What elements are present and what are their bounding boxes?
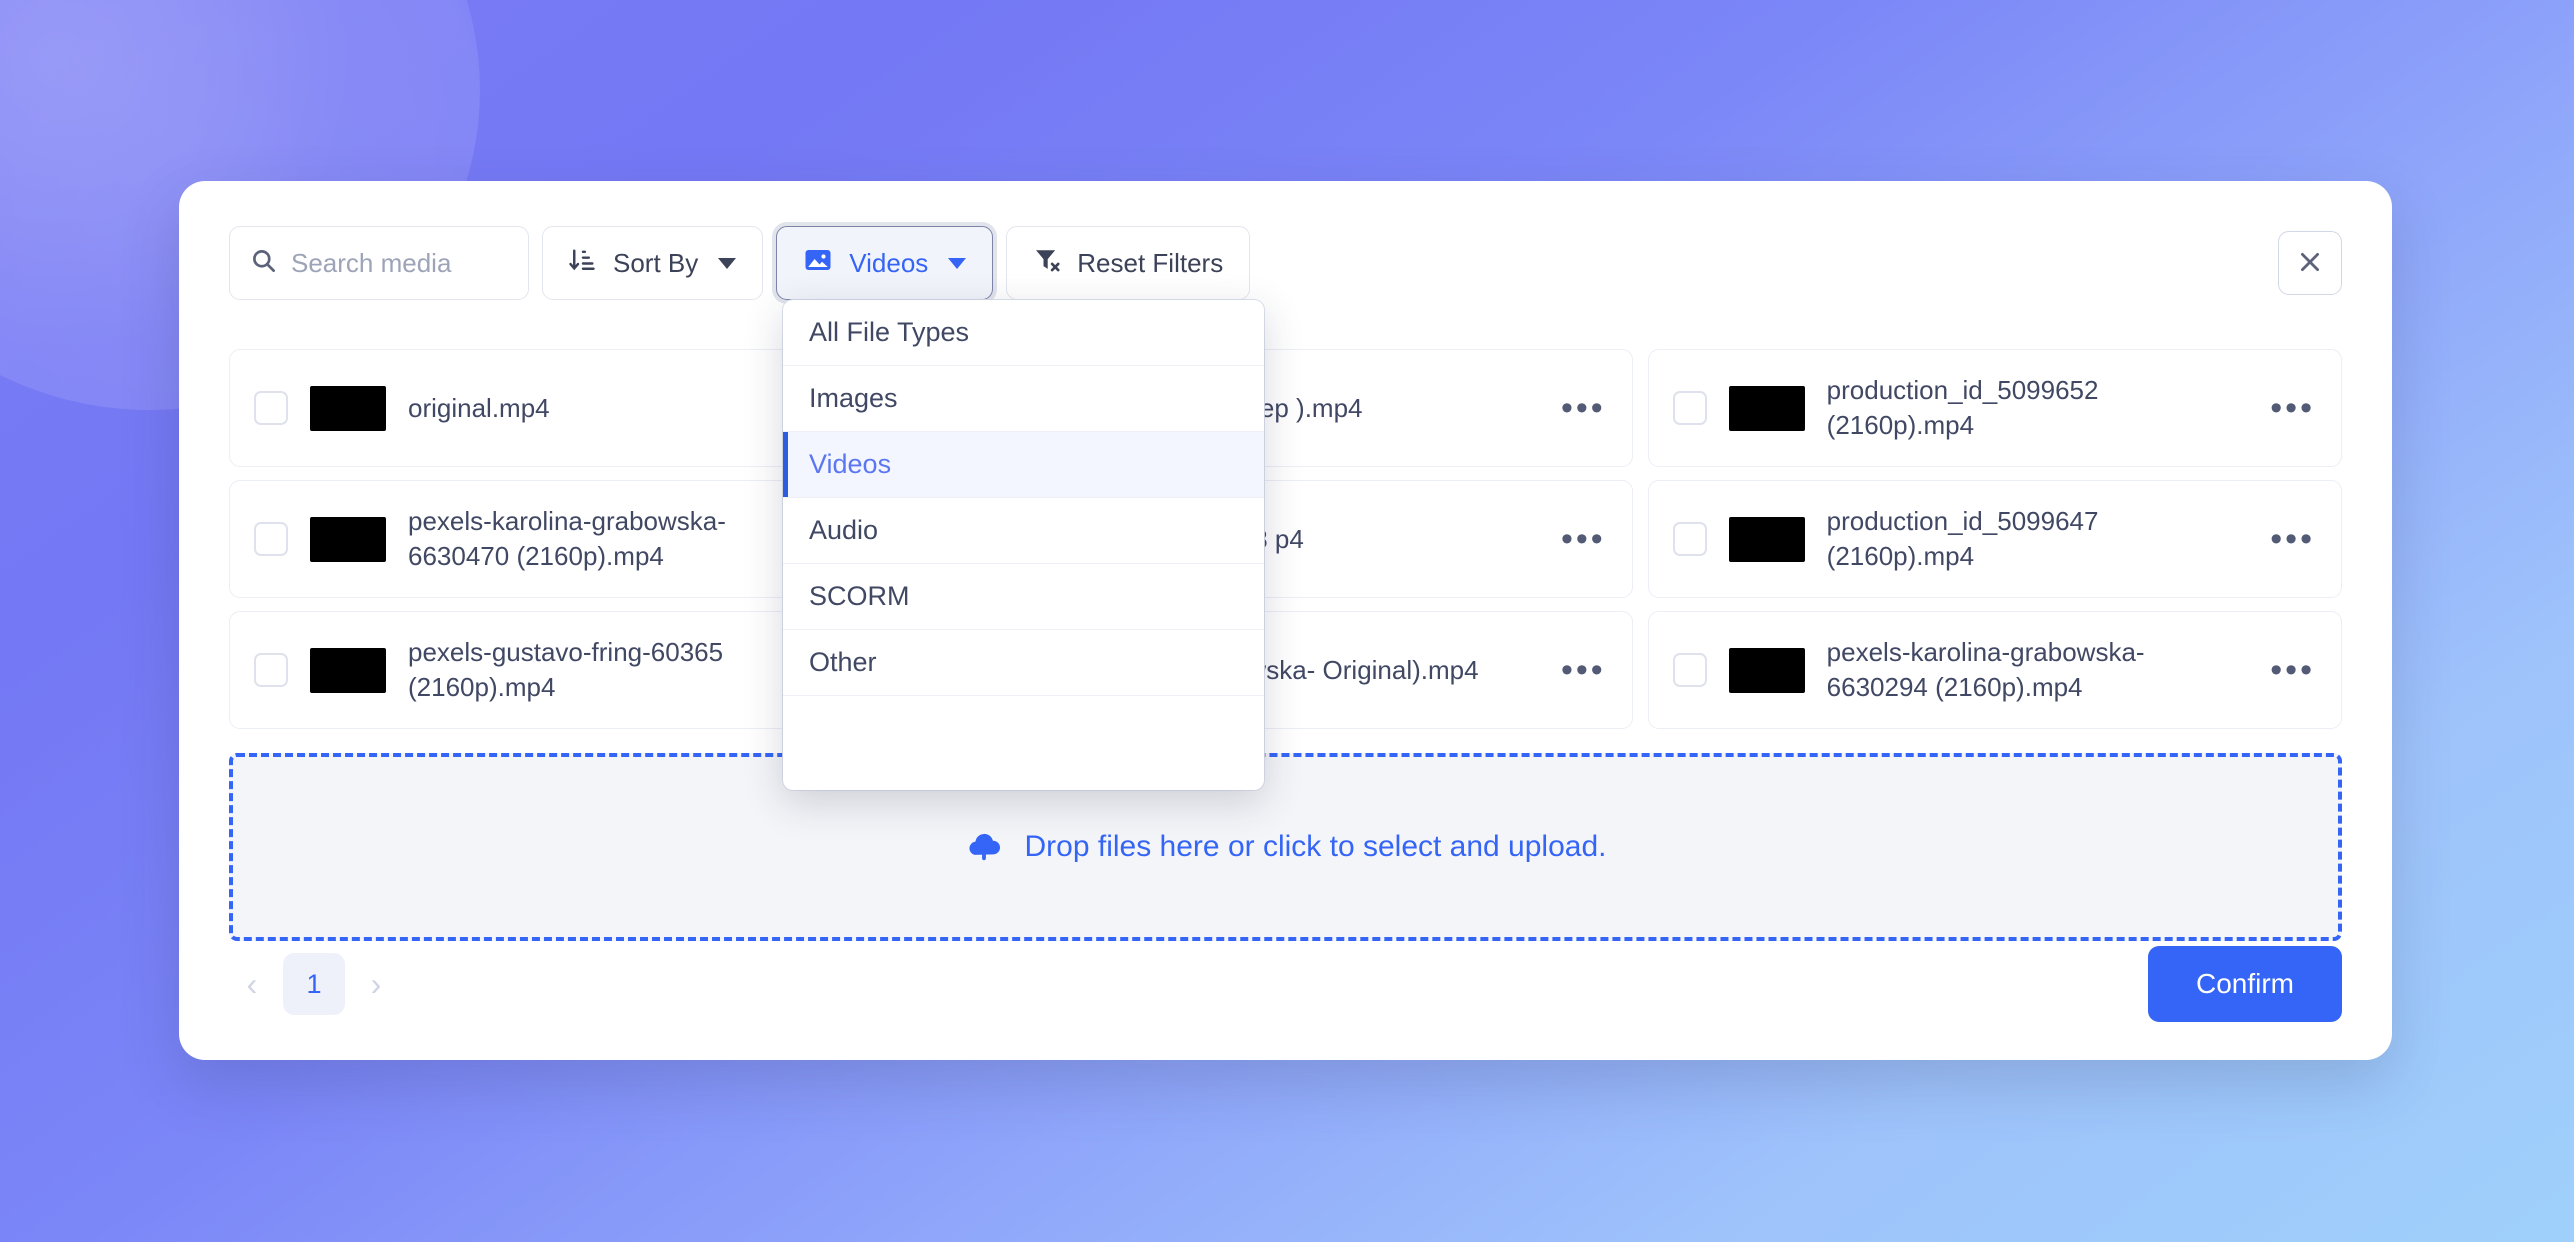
file-type-dropdown: All File Types Images Videos Audio SCORM… [783, 300, 1264, 790]
media-grid: original.mp4 ••• Of Three Deep ).mp4 •••… [229, 349, 2342, 729]
media-checkbox[interactable] [254, 653, 288, 687]
media-filename: original.mp4 [408, 392, 550, 423]
media-filename: pexels-karolina-grabowska-6630470 (2160p… [408, 506, 726, 571]
media-filename: pexels-karolina-grabowska-6630294 (2160p… [1826, 637, 2145, 702]
close-button[interactable] [2278, 231, 2342, 295]
media-options-button[interactable]: ••• [1557, 522, 1610, 556]
media-checkbox[interactable] [1672, 522, 1707, 556]
media-thumbnail [1728, 647, 1805, 693]
media-options-button[interactable]: ••• [2266, 522, 2319, 556]
media-thumbnail [1728, 516, 1805, 562]
media-card[interactable]: production_id_5099647 (2160p).mp4 ••• [1647, 480, 2342, 598]
media-card[interactable]: pexels-karolina-grabowska-6630294 (2160p… [1647, 611, 2342, 729]
dropdown-option-other[interactable]: Other [783, 630, 1264, 696]
media-options-button[interactable]: ••• [1557, 391, 1610, 425]
media-thumbnail [310, 647, 386, 693]
pagination-prev-button[interactable]: ‹ [229, 957, 275, 1011]
toolbar: Sort By Videos [229, 226, 2342, 300]
media-picker-modal: Sort By Videos [179, 181, 2392, 1060]
sort-by-button[interactable]: Sort By [542, 226, 764, 300]
image-icon [803, 245, 833, 282]
media-checkbox[interactable] [1672, 653, 1707, 687]
dropzone-label: Drop files here or click to select and u… [1024, 830, 1607, 863]
dropdown-spacer [783, 696, 1264, 740]
media-options-button[interactable]: ••• [2266, 653, 2319, 687]
close-icon [2297, 249, 2323, 278]
media-options-button[interactable]: ••• [1557, 653, 1610, 687]
reset-filters-button[interactable]: Reset Filters [1006, 226, 1251, 300]
media-thumbnail [310, 516, 386, 562]
dropdown-option-audio[interactable]: Audio [783, 498, 1264, 564]
confirm-button[interactable]: Confirm [2147, 946, 2342, 1022]
file-dropzone[interactable]: Drop files here or click to select and u… [229, 753, 2342, 941]
dropdown-option-videos[interactable]: Videos [783, 432, 1264, 498]
search-input-wrapper[interactable] [229, 226, 529, 300]
media-filename: production_id_5099652 (2160p).mp4 [1826, 375, 2099, 440]
media-options-button[interactable]: ••• [2266, 391, 2319, 425]
sort-descending-icon [569, 246, 597, 281]
media-checkbox[interactable] [1672, 391, 1707, 425]
pagination-next-button[interactable]: › [353, 957, 399, 1011]
media-checkbox[interactable] [254, 391, 288, 425]
filter-remove-icon [1033, 246, 1061, 281]
modal-footer: ‹ 1 › Confirm [229, 946, 2342, 1022]
pagination: ‹ 1 › [229, 953, 399, 1015]
dropdown-option-all-file-types[interactable]: All File Types [783, 300, 1264, 366]
pagination-page-1[interactable]: 1 [283, 953, 345, 1015]
chevron-down-icon [718, 257, 737, 269]
sort-by-label: Sort By [613, 247, 699, 278]
reset-filters-label: Reset Filters [1077, 247, 1224, 278]
dropdown-option-scorm[interactable]: SCORM [783, 564, 1264, 630]
file-type-filter-button[interactable]: Videos [776, 226, 994, 300]
media-filename: pexels-gustavo-fring-60365 (2160p).mp4 [408, 637, 724, 702]
upload-cloud-icon [965, 826, 1003, 869]
search-input[interactable] [291, 247, 508, 279]
search-icon [250, 247, 277, 279]
chevron-down-icon [948, 257, 967, 269]
media-card[interactable]: production_id_5099652 (2160p).mp4 ••• [1647, 349, 2342, 467]
media-checkbox[interactable] [254, 522, 288, 556]
file-type-filter-label: Videos [849, 247, 929, 278]
media-thumbnail [310, 385, 386, 431]
media-filename: production_id_5099647 (2160p).mp4 [1826, 506, 2099, 571]
media-thumbnail [1728, 385, 1805, 431]
dropdown-option-images[interactable]: Images [783, 366, 1264, 432]
